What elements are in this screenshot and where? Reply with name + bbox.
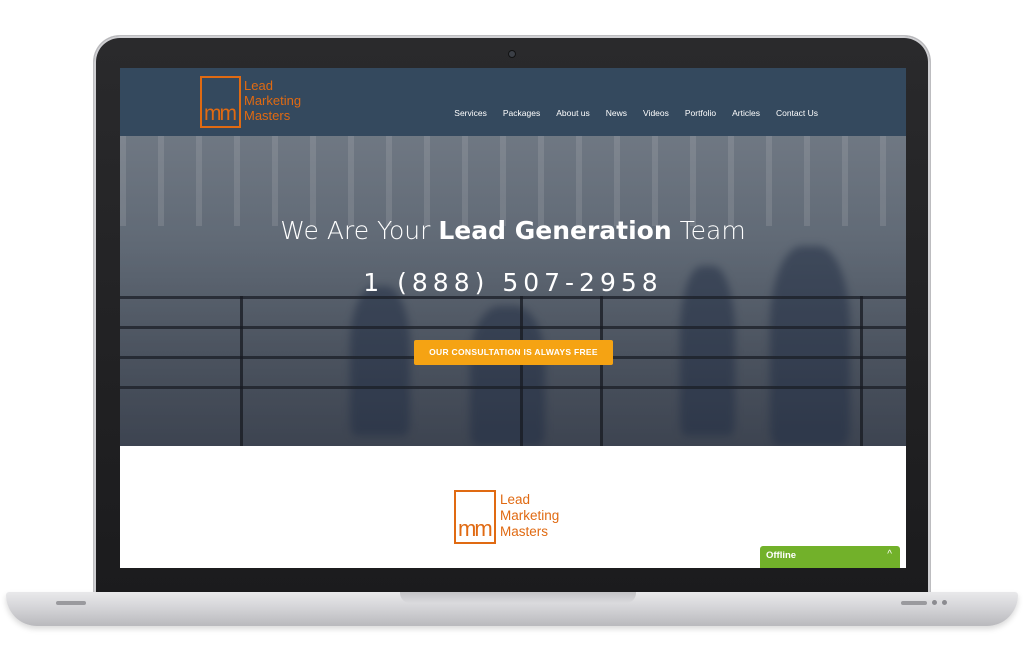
laptop-indicator-dot <box>932 600 937 605</box>
hero-heading-bold: Lead Generation <box>438 216 672 245</box>
section-logo-line-masters: Masters <box>500 524 549 539</box>
nav-articles[interactable]: Articles <box>732 108 760 118</box>
nav-packages[interactable]: Packages <box>503 108 540 118</box>
chevron-up-icon[interactable]: ^ <box>887 549 892 560</box>
nav-portfolio[interactable]: Portfolio <box>685 108 716 118</box>
nav-menu: Services Packages About us News Videos P… <box>454 108 818 118</box>
webcam-icon <box>508 50 516 58</box>
section-logo-mark: mm <box>454 490 496 544</box>
section-logo-mm-text: mm <box>458 516 493 541</box>
free-consultation-button[interactable]: OUR CONSULTATION IS ALWAYS FREE <box>414 340 613 365</box>
nav-about-us[interactable]: About us <box>556 108 590 118</box>
website-screen: mm Lead Marketing Masters Services Packa… <box>120 68 906 568</box>
logo-wordmark[interactable]: Lead Marketing Masters <box>244 78 301 123</box>
laptop-vent-left <box>56 601 86 605</box>
hero-heading-post: Team <box>679 216 746 245</box>
logo-line-masters: Masters <box>244 108 291 123</box>
logo-mark[interactable]: mm <box>200 76 241 128</box>
chat-status: Offline <box>766 550 797 561</box>
logo-line-lead: Lead <box>244 78 273 93</box>
nav-services[interactable]: Services <box>454 108 487 118</box>
logo-line-marketing: Marketing <box>244 93 302 108</box>
laptop-hinge-notch <box>400 592 636 603</box>
hero-heading: We Are Your Lead Generation Team <box>120 216 906 245</box>
laptop-base <box>6 592 1018 626</box>
section-logo-wordmark: Lead Marketing Masters <box>500 492 559 540</box>
chat-widget[interactable]: Offline ^ <box>760 546 900 568</box>
hero-heading-pre: We Are Your <box>280 216 431 245</box>
laptop-indicator-dot <box>942 600 947 605</box>
section-logo-line-marketing: Marketing <box>500 508 560 523</box>
hero-banner: We Are Your Lead Generation Team 1 (888)… <box>120 136 906 446</box>
logo-mm-text: mm <box>204 102 237 125</box>
nav-contact-us[interactable]: Contact Us <box>776 108 818 118</box>
laptop-vent-right <box>901 601 927 605</box>
nav-news[interactable]: News <box>606 108 627 118</box>
hero-phone-number[interactable]: 1 (888) 507-2958 <box>120 268 906 297</box>
nav-videos[interactable]: Videos <box>643 108 669 118</box>
site-navbar: mm Lead Marketing Masters Services Packa… <box>120 68 906 136</box>
section-logo-line-lead: Lead <box>500 492 531 507</box>
